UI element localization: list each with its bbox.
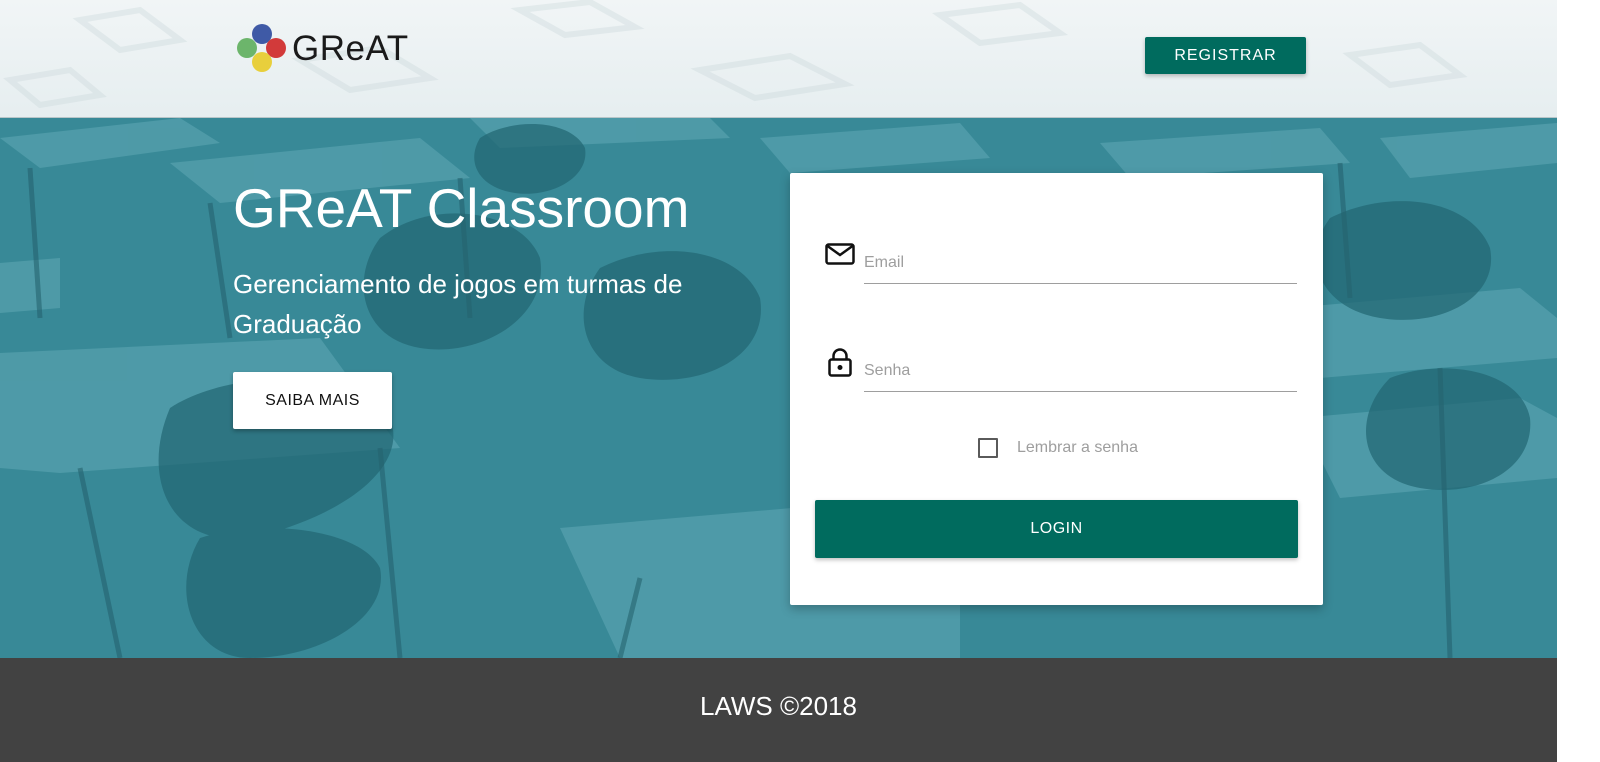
header-background-pattern [3,0,1468,109]
password-input[interactable] [864,351,1297,392]
hero-title: GReAT Classroom [233,177,690,239]
lock-icon [828,348,852,377]
email-input[interactable] [864,243,1297,284]
learn-more-button[interactable]: SAIBA MAIS [233,372,392,429]
mail-icon [825,243,855,265]
email-field-group [825,233,1297,293]
logo-text: GReAT [292,29,409,68]
password-field-group [825,341,1297,401]
page-right-gutter [1557,0,1600,762]
top-nav-bar: GReAT REGISTRAR [0,0,1557,118]
logo-dot-yellow [252,52,272,72]
remember-password-checkbox[interactable] [978,438,998,458]
footer-copyright: LAWS ©2018 [700,691,857,721]
logo-dots-icon [236,24,288,74]
login-button[interactable]: LOGIN [815,500,1298,558]
remember-password-option[interactable]: Lembrar a senha [978,437,1138,459]
hero-subtitle: Gerenciamento de jogos em turmas de Grad… [233,269,683,339]
logo-dot-green [237,38,257,58]
footer: LAWS ©2018 [0,658,1557,762]
hero-section: GReAT Classroom Gerenciamento de jogos e… [0,118,1557,658]
page: GReAT REGISTRAR GReAT Classroom Gerencia… [0,0,1600,762]
register-button[interactable]: REGISTRAR [1145,37,1306,74]
brand-logo[interactable]: GReAT [236,24,409,74]
remember-password-label: Lembrar a senha [1017,439,1138,456]
login-form: Lembrar a senha LOGIN [790,173,1323,605]
